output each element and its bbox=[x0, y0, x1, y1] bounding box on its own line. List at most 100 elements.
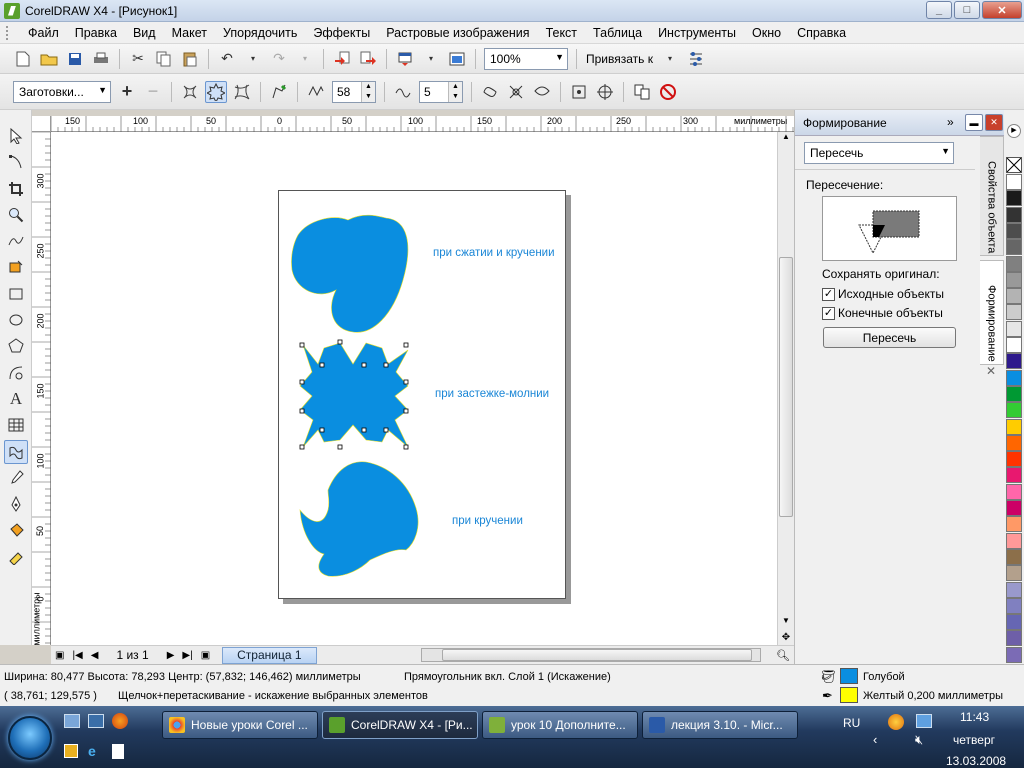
last-page-icon[interactable]: ▶| bbox=[182, 650, 192, 661]
palette-swatch[interactable] bbox=[1006, 646, 1022, 663]
print-icon[interactable] bbox=[90, 48, 112, 70]
language-indicator[interactable]: RU bbox=[843, 716, 860, 730]
palette-swatch[interactable] bbox=[1006, 597, 1022, 614]
firefox-icon[interactable] bbox=[112, 713, 128, 729]
copy-distortion-icon[interactable] bbox=[631, 81, 653, 103]
volume-muted-icon[interactable]: 🔇︎ bbox=[915, 732, 923, 748]
redo-icon[interactable]: ↷ bbox=[268, 48, 290, 70]
twister-distortion-icon[interactable] bbox=[231, 81, 253, 103]
switch-windows-icon[interactable] bbox=[88, 714, 104, 728]
outline-color-swatch[interactable] bbox=[840, 687, 858, 703]
menu-bitmaps[interactable]: Растровые изображения bbox=[378, 22, 537, 44]
no-color-swatch[interactable] bbox=[1006, 157, 1022, 173]
clear-distortion-icon[interactable] bbox=[657, 81, 679, 103]
docker-close-button[interactable]: ✕ bbox=[985, 114, 1003, 131]
close-button[interactable]: ✕ bbox=[982, 1, 1022, 19]
crop-tool-icon[interactable] bbox=[4, 177, 28, 201]
copy-icon[interactable] bbox=[153, 48, 175, 70]
palette-swatch[interactable] bbox=[1006, 288, 1022, 305]
docker-tab-close-icon[interactable]: ✕ bbox=[986, 364, 996, 378]
push-pull-distortion-icon[interactable] bbox=[179, 81, 201, 103]
smart-fill-tool-icon[interactable] bbox=[4, 255, 28, 279]
task-word[interactable]: лекция 3.10. - Micr... bbox=[642, 711, 798, 739]
shape-tool-icon[interactable] bbox=[4, 150, 28, 174]
horizontal-scroll-thumb[interactable] bbox=[442, 649, 752, 661]
task-coreldraw[interactable]: CorelDRAW X4 - [Ри... bbox=[322, 711, 478, 739]
menu-window[interactable]: Окно bbox=[744, 22, 789, 44]
convert-to-curves-icon[interactable] bbox=[594, 81, 616, 103]
next-page-icon[interactable]: ▶ bbox=[167, 650, 175, 661]
polygon-tool-icon[interactable] bbox=[4, 334, 28, 358]
palette-swatch[interactable] bbox=[1006, 565, 1022, 582]
menu-table[interactable]: Таблица bbox=[585, 22, 650, 44]
menu-text[interactable]: Текст bbox=[538, 22, 585, 44]
paste-icon[interactable] bbox=[179, 48, 201, 70]
add-preset-icon[interactable]: + bbox=[116, 81, 138, 103]
import-icon[interactable] bbox=[331, 48, 353, 70]
options-icon[interactable] bbox=[685, 48, 707, 70]
menu-arrange[interactable]: Упорядочить bbox=[215, 22, 305, 44]
launcher-dropdown-icon[interactable]: ▾ bbox=[420, 48, 442, 70]
export-icon[interactable] bbox=[357, 48, 379, 70]
undo-icon[interactable]: ↶ bbox=[216, 48, 238, 70]
show-hidden-icons-icon[interactable]: ‹ bbox=[873, 732, 877, 747]
clock-day[interactable]: четверг bbox=[953, 733, 995, 747]
frequency-icon[interactable] bbox=[392, 81, 414, 103]
internet-explorer-icon[interactable]: e bbox=[88, 744, 104, 760]
zoom-tool-icon[interactable] bbox=[4, 203, 28, 227]
tray-app-icon[interactable] bbox=[888, 714, 904, 730]
palette-swatch[interactable] bbox=[1006, 353, 1022, 370]
maximize-button[interactable]: □ bbox=[954, 1, 980, 19]
undo-dropdown-icon[interactable]: ▾ bbox=[242, 48, 264, 70]
shaping-mode-select[interactable]: Пересечь ▼ bbox=[804, 142, 954, 164]
menu-edit[interactable]: Правка bbox=[67, 22, 125, 44]
notepad-icon[interactable] bbox=[112, 744, 124, 759]
zipper-distortion-icon[interactable] bbox=[205, 80, 227, 103]
menu-layout[interactable]: Макет bbox=[164, 22, 215, 44]
palette-swatch[interactable] bbox=[1006, 337, 1022, 353]
palette-swatch[interactable] bbox=[1006, 483, 1022, 500]
palette-swatch[interactable] bbox=[1006, 418, 1022, 435]
palette-swatch[interactable] bbox=[1006, 239, 1022, 256]
pushpull-shape[interactable] bbox=[291, 214, 409, 333]
menu-file[interactable]: Файл bbox=[20, 22, 67, 44]
media-player-icon[interactable] bbox=[64, 744, 78, 758]
menu-effects[interactable]: Эффекты bbox=[305, 22, 378, 44]
navigator-icon[interactable]: ✥ bbox=[778, 632, 794, 643]
new-document-icon[interactable] bbox=[12, 48, 34, 70]
fill-tool-icon[interactable] bbox=[4, 518, 28, 542]
vertical-scroll-thumb[interactable] bbox=[779, 257, 793, 517]
spin-arrows-icon[interactable]: ▲ ▼ bbox=[448, 81, 462, 102]
table-tool-icon[interactable] bbox=[4, 413, 28, 437]
source-objects-checkbox[interactable]: ✓ bbox=[822, 287, 835, 301]
pick-tool-icon[interactable] bbox=[4, 124, 28, 148]
palette-swatch[interactable] bbox=[1006, 385, 1022, 402]
target-objects-checkbox[interactable]: ✓ bbox=[822, 306, 835, 320]
zoom-navigator-icon[interactable]: 🔍︎ bbox=[776, 649, 790, 662]
palette-swatch[interactable] bbox=[1006, 255, 1022, 272]
ellipse-tool-icon[interactable] bbox=[4, 308, 28, 332]
docker-expand-icon[interactable]: » bbox=[947, 115, 954, 129]
palette-swatch[interactable] bbox=[1006, 532, 1022, 549]
add-page-icon[interactable]: ▣ bbox=[201, 650, 210, 661]
center-distortion-icon[interactable] bbox=[568, 81, 590, 103]
basic-shapes-tool-icon[interactable] bbox=[4, 361, 28, 385]
eyedropper-tool-icon[interactable] bbox=[4, 466, 28, 490]
palette-swatch[interactable] bbox=[1006, 581, 1022, 598]
palette-scroll-up-icon[interactable]: ▶ bbox=[1007, 124, 1021, 138]
zoom-level-combo[interactable]: 100% ▼ bbox=[484, 47, 568, 70]
open-folder-icon[interactable] bbox=[38, 48, 60, 70]
interactive-fill-tool-icon[interactable] bbox=[4, 545, 28, 569]
palette-swatch[interactable] bbox=[1006, 206, 1022, 223]
fill-color-swatch[interactable] bbox=[840, 668, 858, 684]
menu-tools[interactable]: Инструменты bbox=[650, 22, 744, 44]
clock-date[interactable]: 13.03.2008 bbox=[946, 754, 1006, 768]
menu-help[interactable]: Справка bbox=[789, 22, 854, 44]
palette-swatch[interactable] bbox=[1006, 304, 1022, 321]
minimize-button[interactable]: _ bbox=[926, 1, 952, 19]
menu-view[interactable]: Вид bbox=[125, 22, 164, 44]
palette-swatch[interactable] bbox=[1006, 271, 1022, 288]
palette-swatch[interactable] bbox=[1006, 402, 1022, 419]
tab-object-properties[interactable]: Свойства объекта bbox=[980, 136, 1004, 256]
frequency-input[interactable]: 5 ▲ ▼ bbox=[419, 80, 463, 103]
